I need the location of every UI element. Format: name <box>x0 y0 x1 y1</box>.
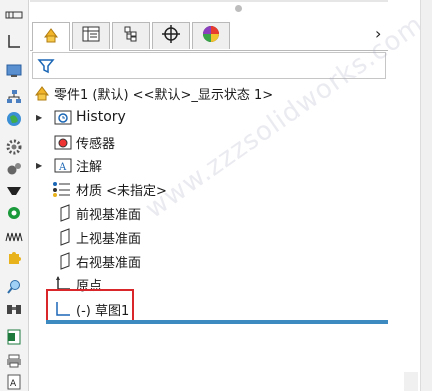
tree-item-history[interactable]: ▶ History <box>30 106 386 128</box>
tab-propertymanager[interactable] <box>72 22 110 49</box>
globe-icon[interactable] <box>4 110 24 128</box>
smart-dimension-icon[interactable] <box>4 6 24 24</box>
binoculars-icon[interactable] <box>4 300 24 318</box>
annotations-icon: A <box>54 156 72 174</box>
bowl-icon[interactable] <box>4 182 24 200</box>
panel-grip[interactable] <box>235 5 242 12</box>
puzzle-icon[interactable] <box>4 250 24 268</box>
text-document-icon[interactable]: A <box>4 373 24 391</box>
dimxpertmanager-icon <box>162 25 180 47</box>
excel-icon[interactable] <box>4 328 24 346</box>
tab-configurationmanager[interactable] <box>112 22 150 49</box>
part-icon <box>33 84 51 102</box>
tab-bar <box>30 20 388 51</box>
tree-item-front-plane[interactable]: 前视基准面 <box>30 202 386 224</box>
network-icon[interactable] <box>4 88 24 106</box>
left-toolbar: A <box>0 0 29 391</box>
tree-item-label: History <box>76 109 126 125</box>
tree-item-top-plane[interactable]: 上视基准面 <box>30 226 386 248</box>
tree-item-label: 注解 <box>76 159 103 175</box>
spring-icon[interactable] <box>4 228 24 246</box>
tree-item-label: 右视基准面 <box>76 255 142 271</box>
magnifier-icon[interactable] <box>4 278 24 296</box>
tab-displaymanager[interactable] <box>192 22 230 49</box>
location-pin-icon[interactable] <box>4 205 24 223</box>
plane-icon <box>56 252 74 270</box>
tree-item-right-plane[interactable]: 右视基准面 <box>30 250 386 272</box>
tree-item-label: 上视基准面 <box>76 231 142 247</box>
tree-item-sensors[interactable]: 传感器 <box>30 131 386 153</box>
featuremanager-icon <box>42 26 60 48</box>
settings-gears-icon[interactable] <box>4 160 24 178</box>
display-icon[interactable] <box>4 62 24 80</box>
plane-icon <box>56 204 74 222</box>
expand-arrow-icon[interactable]: ▶ <box>36 161 42 170</box>
tree-item-label: 前视基准面 <box>76 207 142 223</box>
tree-item-label: 传感器 <box>76 136 116 152</box>
displaymanager-icon <box>202 25 220 47</box>
plane-icon <box>56 228 74 246</box>
svg-text:A: A <box>10 379 17 389</box>
configurationmanager-icon <box>123 26 139 46</box>
history-folder-icon <box>54 108 72 126</box>
tab-featuremanager[interactable] <box>32 22 70 51</box>
right-scrollbar[interactable] <box>420 0 432 391</box>
corner-grip <box>404 372 418 391</box>
sensors-icon <box>54 133 72 151</box>
print-icon[interactable] <box>4 352 24 370</box>
filter-icon[interactable] <box>37 57 55 79</box>
gear-icon[interactable] <box>4 138 24 156</box>
featuremanager-panel: › 零件1 (默认) <<默认>_显示状态 1> ▶ History 传感器 ▶… <box>30 0 429 391</box>
tree-root-label: 零件1 (默认) <<默认>_显示状态 1> <box>54 87 274 103</box>
rollback-bar[interactable] <box>46 320 388 324</box>
tab-dimxpertmanager[interactable] <box>152 22 190 49</box>
selection-highlight <box>46 289 134 323</box>
expand-arrow-icon[interactable]: ▶ <box>36 113 42 122</box>
material-icon <box>52 180 70 198</box>
svg-text:A: A <box>58 162 67 173</box>
propertymanager-icon <box>82 26 100 46</box>
top-border <box>30 0 388 2</box>
linear-dimension-icon[interactable] <box>4 33 24 51</box>
